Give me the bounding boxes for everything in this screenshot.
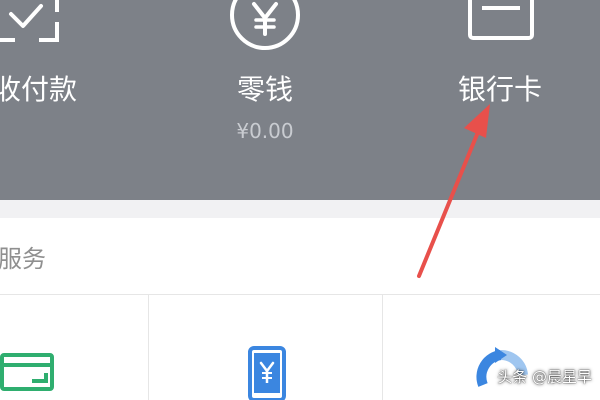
credit-card-repay-icon	[0, 353, 54, 391]
section-divider	[0, 200, 600, 218]
wallet-item-pay-receive[interactable]: 收付款	[0, 0, 135, 200]
scan-check-icon	[0, 0, 59, 42]
services-section-header: 服务	[0, 218, 600, 295]
service-item-phone-recharge[interactable]	[149, 295, 382, 400]
wallet-item-change[interactable]: 零钱 ¥0.00	[165, 0, 365, 200]
yuan-coin-icon	[230, 0, 300, 50]
services-title: 服务	[0, 245, 46, 273]
phone-recharge-icon	[248, 346, 286, 400]
wallet-item-bank-card[interactable]: 银行卡	[400, 0, 600, 200]
wallet-item-label: 零钱	[236, 73, 293, 106]
wallet-item-label: 银行卡	[457, 73, 542, 106]
wallet-screen: 收付款 零钱 ¥0.00 银行卡 服务 头条 @晨星早	[0, 0, 600, 400]
wallet-item-label: 收付款	[0, 73, 77, 106]
wallet-header-panel: 收付款 零钱 ¥0.00 银行卡	[0, 0, 600, 200]
service-item-credit-repay[interactable]	[0, 295, 148, 400]
watermark: 头条 @晨星早	[497, 368, 592, 386]
bank-card-icon	[468, 0, 534, 40]
change-balance: ¥0.00	[236, 119, 294, 143]
